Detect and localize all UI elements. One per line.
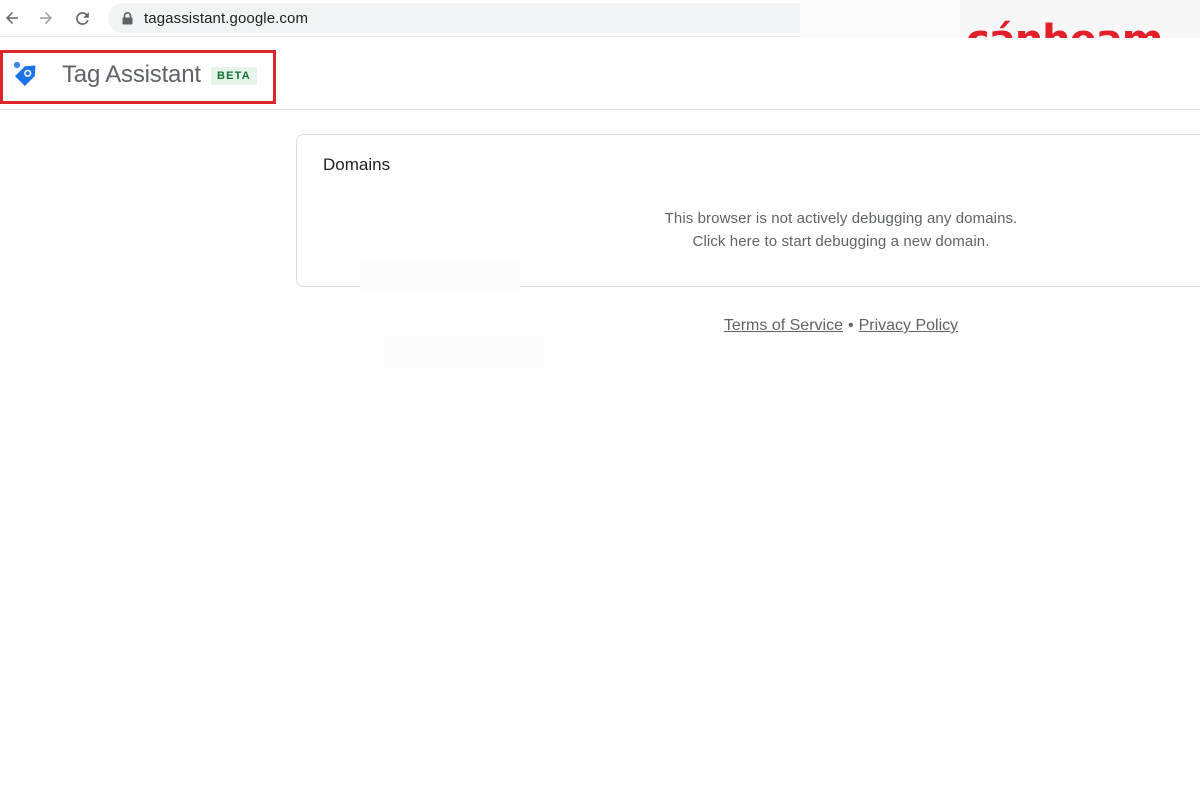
ghost-overlay <box>360 259 520 291</box>
beta-badge: BETA <box>211 67 257 85</box>
browser-toolbar: tagassistant.google.com <box>0 0 800 37</box>
arrow-left-icon <box>6 12 18 24</box>
tag-assistant-logo-icon[interactable] <box>11 58 43 90</box>
footer-separator: • <box>847 317 854 334</box>
card-title: Domains <box>323 155 391 174</box>
footer: Terms of Service • Privacy Policy <box>296 316 1200 336</box>
arrow-right-icon <box>40 12 52 24</box>
privacy-policy-link[interactable]: Privacy Policy <box>859 317 959 334</box>
back-button[interactable] <box>0 6 24 30</box>
reload-button[interactable] <box>70 6 94 30</box>
empty-state-line-1: This browser is not actively debugging a… <box>664 210 1018 227</box>
address-bar[interactable]: tagassistant.google.com <box>108 3 800 33</box>
app-header: Tag Assistant BETA <box>0 38 1200 110</box>
reload-icon <box>75 11 89 25</box>
empty-state-message[interactable]: This browser is not actively debugging a… <box>296 207 1200 253</box>
app-title[interactable]: Tag Assistant <box>62 60 201 90</box>
start-debugging-link[interactable]: Click here to start debugging a new doma… <box>296 230 1200 253</box>
forward-button[interactable] <box>34 6 58 30</box>
lock-icon[interactable] <box>121 11 133 25</box>
url-text[interactable]: tagassistant.google.com <box>144 10 308 27</box>
ghost-overlay <box>384 336 544 368</box>
terms-of-service-link[interactable]: Terms of Service <box>724 317 843 334</box>
page: tagassistant.google.com cánheam™ Tag Ass… <box>0 0 1200 800</box>
